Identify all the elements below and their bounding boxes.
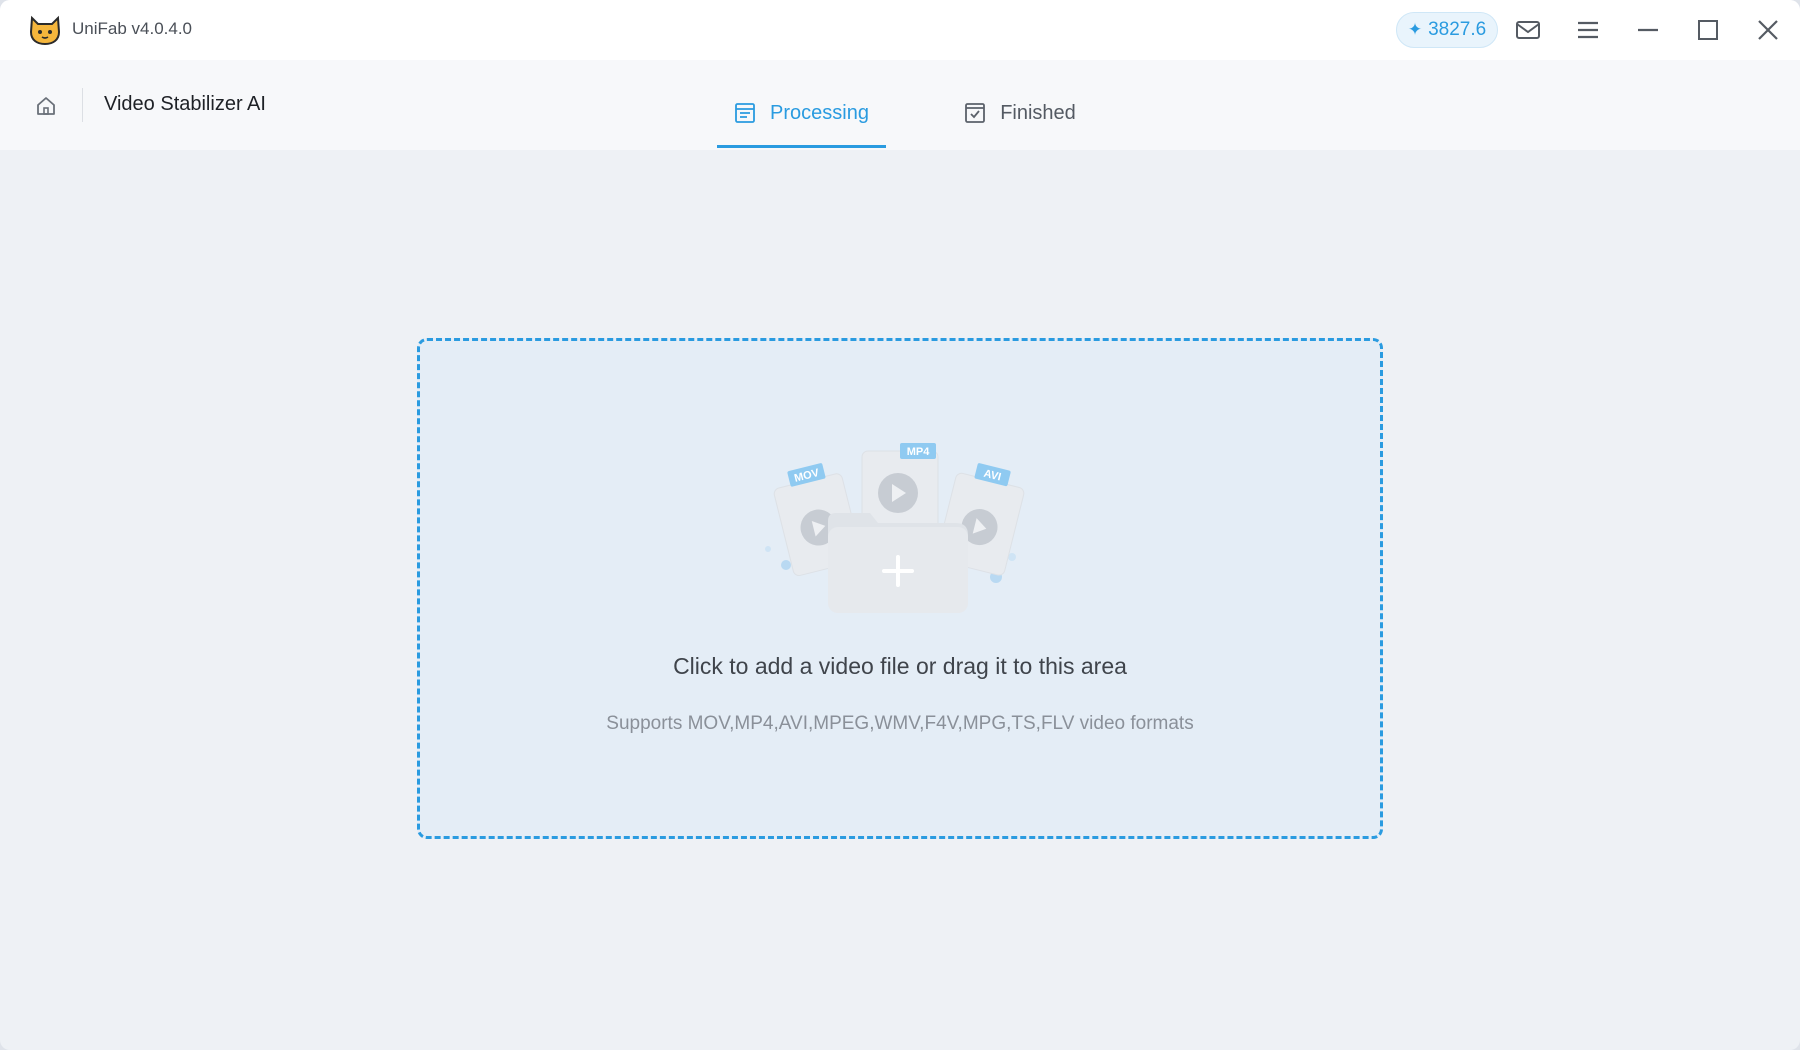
credits-button[interactable]: ✦ 3827.6: [1396, 12, 1498, 48]
minimize-icon: [1638, 28, 1658, 32]
tab-finished[interactable]: Finished: [950, 78, 1090, 148]
tag-mp4: MP4: [907, 446, 931, 458]
mail-button[interactable]: [1512, 14, 1544, 46]
checkbox-icon: [965, 103, 986, 123]
sparkle-icon: ✦: [1407, 20, 1423, 39]
folder-plus-icon: MOV AVI MP4: [765, 443, 1025, 613]
maximize-icon: [1698, 20, 1718, 40]
minimize-button[interactable]: [1632, 14, 1664, 46]
app-window: UniFab v4.0.4.0 ✦ 3827.6 Video Stabilize…: [0, 0, 1800, 1050]
home-button[interactable]: [30, 90, 62, 122]
drop-instruction: Click to add a video file or drag it to …: [673, 653, 1127, 679]
hamburger-menu-icon: [1578, 21, 1598, 39]
close-icon: [1758, 20, 1778, 40]
mail-icon: [1516, 21, 1540, 39]
app-title: UniFab v4.0.4.0: [72, 19, 193, 38]
list-icon: [735, 103, 755, 123]
tab-processing[interactable]: Processing: [717, 78, 886, 148]
close-button[interactable]: [1752, 14, 1784, 46]
maximize-button[interactable]: [1692, 14, 1724, 46]
title-bar: UniFab v4.0.4.0 ✦ 3827.6: [0, 0, 1800, 60]
supported-formats: Supports MOV,MP4,AVI,MPEG,WMV,F4V,MPG,TS…: [606, 713, 1194, 734]
tab-processing-label: Processing: [770, 101, 869, 124]
credits-value: 3827.6: [1428, 19, 1487, 40]
page-title: Video Stabilizer AI: [104, 93, 266, 115]
header-divider: [82, 88, 83, 122]
menu-button[interactable]: [1572, 14, 1604, 46]
tab-finished-label: Finished: [1000, 101, 1076, 124]
file-drop-zone[interactable]: MOV AVI MP4 Click to add a video file or…: [417, 338, 1383, 839]
home-icon: [37, 97, 55, 115]
cat-logo-icon: [29, 15, 61, 46]
module-header: Video Stabilizer AI Processing Finished: [0, 60, 1800, 150]
